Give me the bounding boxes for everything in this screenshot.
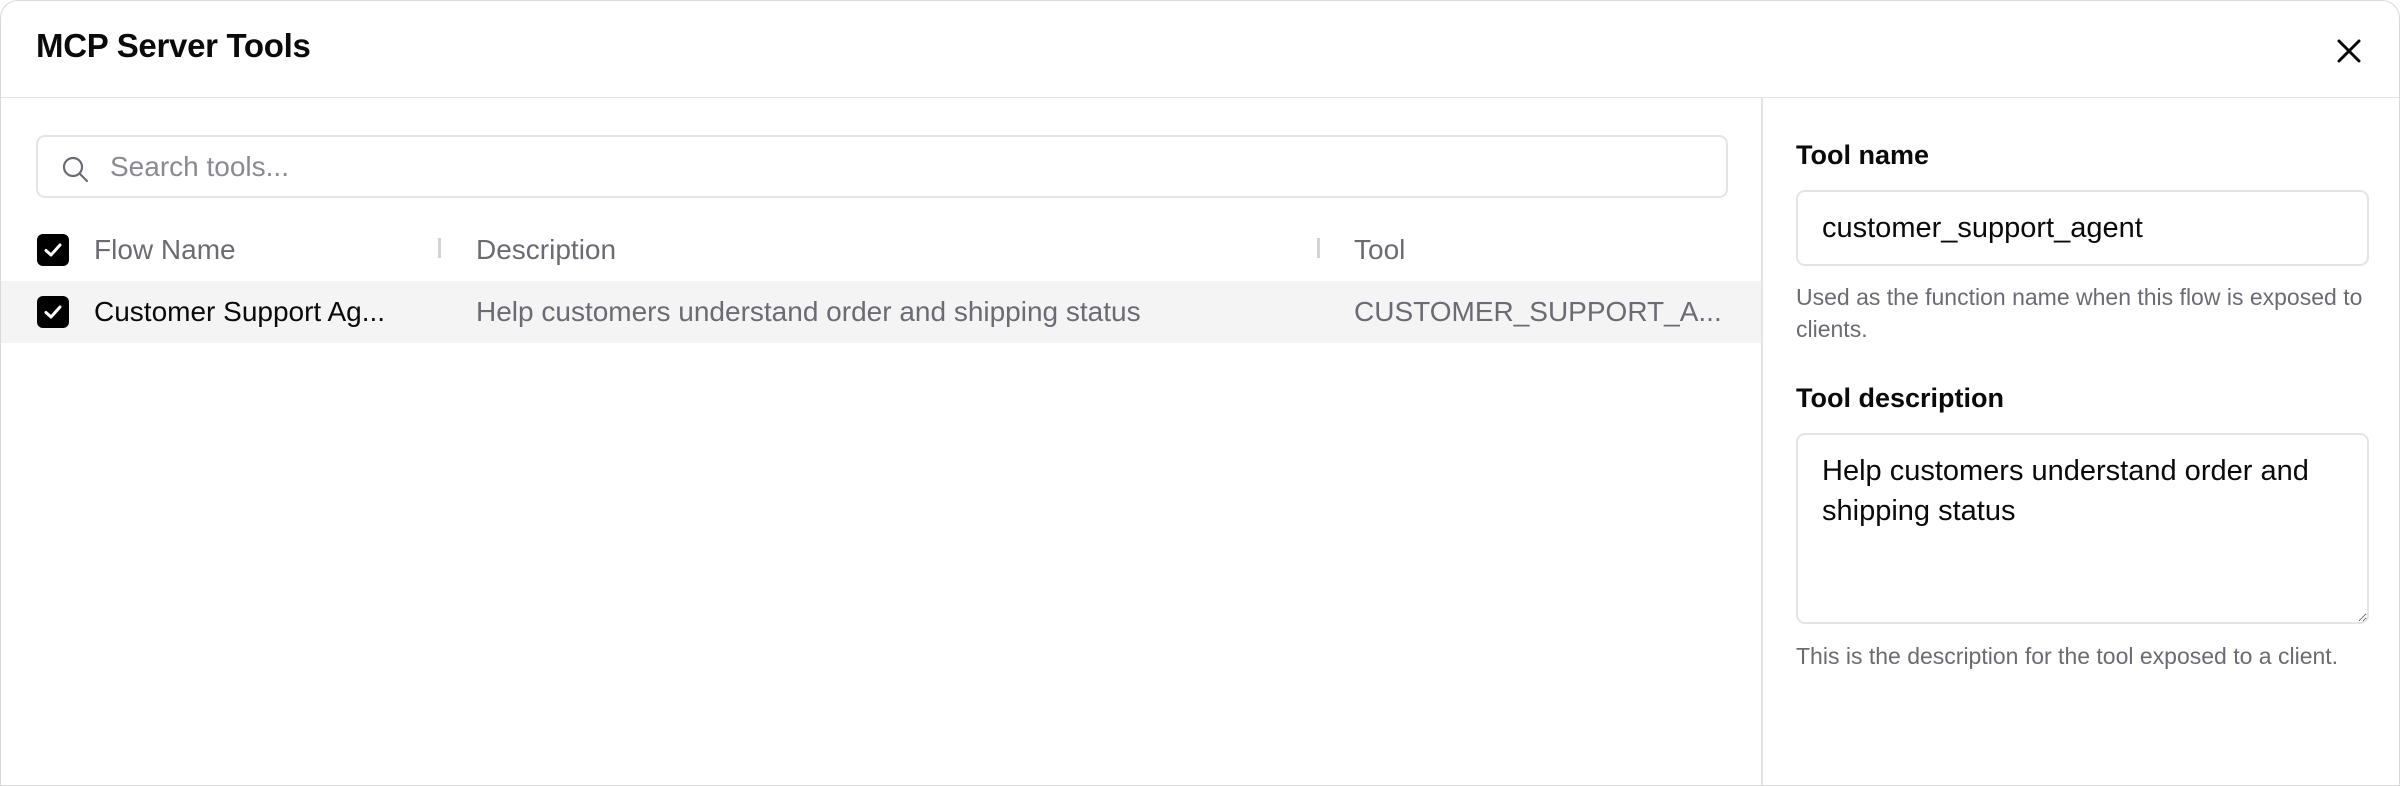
tools-list-panel: Flow Name Description Tool Customer Supp… xyxy=(1,98,1761,785)
table-header: Flow Name Description Tool xyxy=(1,220,1761,280)
tool-name-input[interactable] xyxy=(1796,190,2369,266)
column-header-tool[interactable]: Tool xyxy=(1354,234,1724,266)
row-checkbox[interactable] xyxy=(37,296,69,328)
tool-name-help: Used as the function name when this flow… xyxy=(1796,284,2363,342)
row-flow-name: Customer Support Ag... xyxy=(94,296,386,327)
search-box xyxy=(36,135,1728,198)
dialog-title: MCP Server Tools xyxy=(36,27,311,64)
checkmark-icon xyxy=(44,243,62,257)
column-header-description[interactable]: Description xyxy=(476,234,1296,266)
select-all-checkbox[interactable] xyxy=(37,234,69,266)
tool-description-textarea[interactable]: Help customers understand order and ship… xyxy=(1796,433,2369,624)
table-row[interactable]: Customer Support Ag... Help customers un… xyxy=(1,281,1761,343)
close-button[interactable] xyxy=(2331,33,2367,69)
column-resize-handle[interactable] xyxy=(1317,238,1320,258)
tool-description-label: Tool description xyxy=(1796,383,2004,413)
row-description: Help customers understand order and ship… xyxy=(476,296,1141,327)
checkmark-icon xyxy=(44,305,62,319)
dialog-header: MCP Server Tools xyxy=(1,1,2399,98)
column-header-flow-name[interactable]: Flow Name xyxy=(94,234,414,266)
row-tool: CUSTOMER_SUPPORT_A... xyxy=(1354,296,1722,327)
close-icon xyxy=(2337,39,2361,63)
search-icon xyxy=(62,156,89,183)
tool-name-label: Tool name xyxy=(1796,140,1930,170)
tool-description-help: This is the description for the tool exp… xyxy=(1796,643,2339,669)
search-input[interactable] xyxy=(110,145,1700,189)
column-resize-handle[interactable] xyxy=(438,238,441,258)
mcp-server-tools-dialog: MCP Server Tools Flow Name Description xyxy=(0,0,2400,786)
tool-details-panel: Tool name Used as the function name when… xyxy=(1761,98,2399,785)
